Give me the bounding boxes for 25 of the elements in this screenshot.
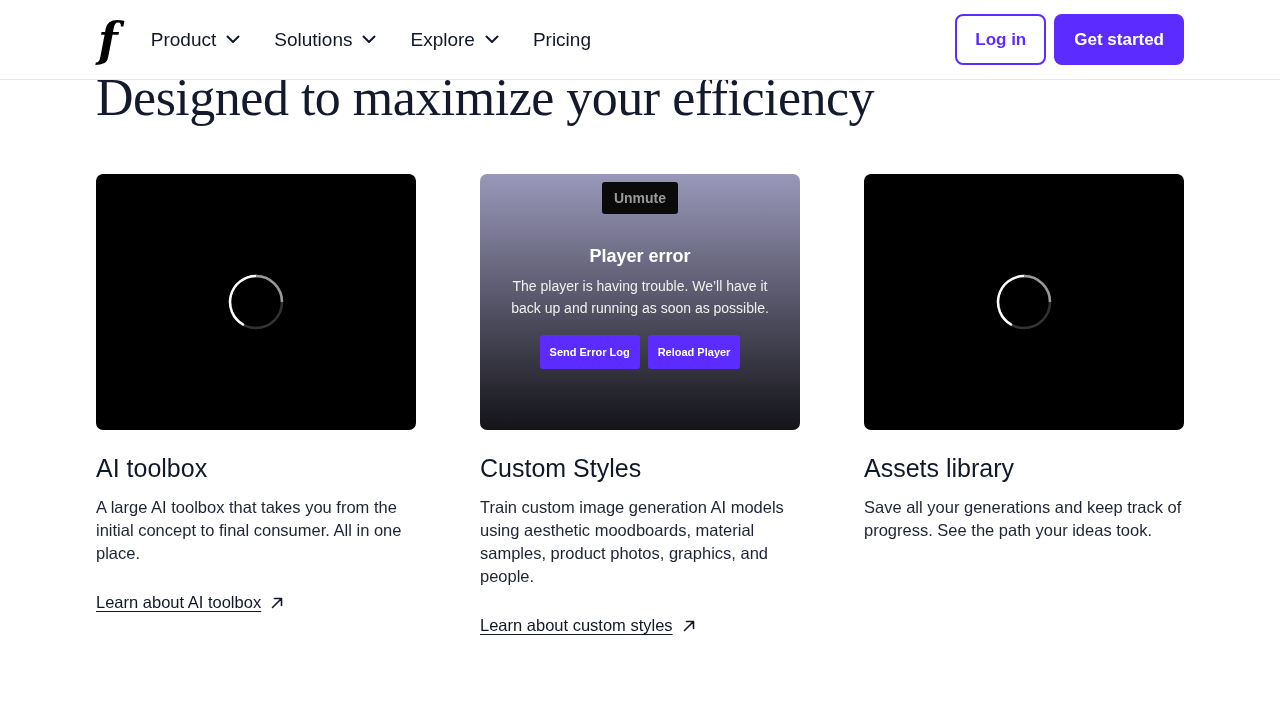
loading-spinner-icon [227, 273, 285, 331]
card-title: AI toolbox [96, 453, 208, 484]
card-description: A large AI toolbox that takes you from the initial concept to final consumer. All in one place. [96, 497, 403, 564]
card-description: Train custom image generation AI models using aesthetic moodboards, material samples, product photos, graphics, and people. [480, 497, 785, 587]
error-title: Player error [589, 246, 691, 267]
arrow-up-right-icon [682, 619, 695, 632]
unmute-button[interactable]: Unmute [601, 182, 679, 214]
logo[interactable]: f [92, 11, 126, 68]
card-description: Save all your generations and keep track of progress. See the path your ideas took. [864, 497, 1183, 541]
card-title: Assets library [864, 453, 1015, 484]
nav-link[interactable]: Solutions [274, 28, 377, 51]
learn-more-link[interactable]: Learn about custom styles [480, 616, 695, 635]
nav-link[interactable]: Explore [410, 28, 499, 51]
player-button[interactable]: Send Error Log [539, 335, 640, 369]
nav-link[interactable]: Pricing [532, 28, 591, 51]
loading-spinner-icon [995, 273, 1053, 331]
learn-more-link[interactable]: Learn about AI toolbox [96, 593, 284, 612]
player-button[interactable]: Reload Player [647, 335, 741, 369]
login-button[interactable]: Log in [955, 14, 1047, 65]
section-heading: Designed to maximize your efficiency [96, 68, 876, 128]
get-started-button[interactable]: Get started [1054, 14, 1184, 65]
card-title: Custom Styles [480, 453, 642, 484]
nav-link[interactable]: Product [150, 28, 241, 51]
error-message: The player is having trouble. We’ll have it back up and running as soon as possible. [510, 277, 770, 318]
arrow-up-right-icon [271, 596, 284, 609]
